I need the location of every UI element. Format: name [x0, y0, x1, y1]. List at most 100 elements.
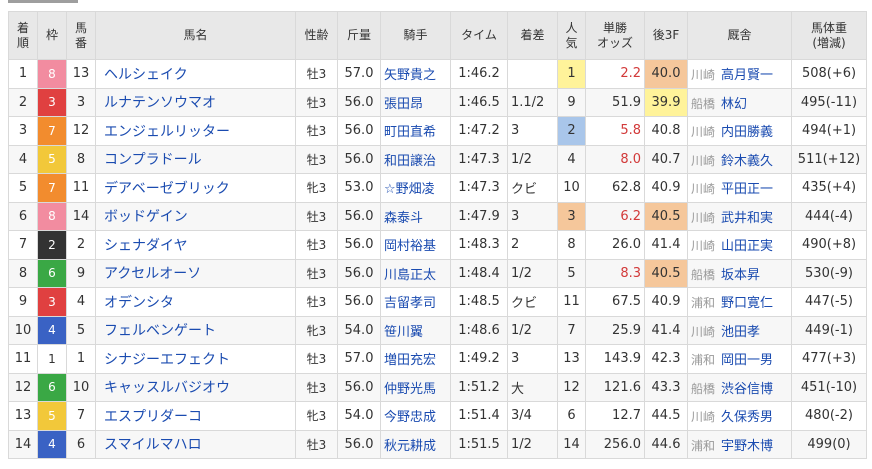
- popularity-cell: 2: [557, 116, 586, 146]
- jockey-link[interactable]: 今野忠成: [380, 401, 451, 431]
- horse-number-cell: 1: [66, 344, 96, 374]
- horse-number-cell: 5: [66, 315, 96, 345]
- trainer-link[interactable]: 林幻: [721, 97, 747, 112]
- header-horse: 馬名: [95, 11, 296, 60]
- trainer-region: 川崎: [691, 68, 716, 83]
- horse-number-cell: 10: [66, 372, 96, 402]
- jockey-link[interactable]: 矢野貴之: [380, 59, 451, 89]
- time-cell: 1:48.5: [450, 287, 508, 317]
- trainer-cell: 浦和 岡田一男: [687, 344, 792, 374]
- time-cell: 1:47.9: [450, 201, 508, 231]
- horse-name-link[interactable]: シェナダイヤ: [95, 230, 296, 260]
- trainer-link[interactable]: 高月賢一: [721, 68, 773, 83]
- waku-cell: 6: [37, 258, 67, 288]
- jockey-link[interactable]: 張田昂: [380, 87, 451, 117]
- agari-cell: 40.9: [644, 287, 688, 317]
- horse-name-link[interactable]: デアベーゼブリック: [95, 173, 296, 203]
- horse-name-link[interactable]: エスプリダーコ: [95, 401, 296, 431]
- agari-cell: 44.6: [644, 429, 688, 459]
- jockey-link[interactable]: 秋元耕成: [380, 429, 451, 459]
- body-weight-cell: 477(+3): [791, 344, 867, 374]
- margin-cell: 1/2: [507, 144, 558, 174]
- trainer-cell: 浦和 野口寛仁: [687, 287, 792, 317]
- trainer-link[interactable]: 武井和実: [721, 211, 773, 226]
- horse-name-link[interactable]: シナジーエフェクト: [95, 344, 296, 374]
- header-waku: 枠: [37, 11, 67, 60]
- popularity-cell: 10: [557, 173, 586, 203]
- table-body: 1 8 13 ヘルシェイク 牡3 57.0 矢野貴之 1:46.2 1 2.2 40.0 川崎 高月賢一…: [8, 59, 867, 459]
- header-margin: 着差: [507, 11, 558, 60]
- horse-name-link[interactable]: ルナテンソウマオ: [95, 87, 296, 117]
- body-weight-cell: 449(-1): [791, 315, 867, 345]
- body-weight-cell: 494(+1): [791, 116, 867, 146]
- margin-cell: [507, 59, 558, 89]
- trainer-link[interactable]: 久保秀男: [721, 410, 773, 425]
- jockey-link[interactable]: 増田充宏: [380, 344, 451, 374]
- time-cell: 1:51.5: [450, 429, 508, 459]
- trainer-link[interactable]: 池田孝: [721, 325, 760, 340]
- rank-cell: 13: [8, 401, 38, 431]
- body-weight-cell: 508(+6): [791, 59, 867, 89]
- horse-name-link[interactable]: コンプラドール: [95, 144, 296, 174]
- table-row: 7 2 2 シェナダイヤ 牡3 56.0 岡村裕基 1:48.3 2 8 26.0 41.4 川崎 山田正…: [8, 230, 867, 260]
- trainer-link[interactable]: 坂本昇: [721, 268, 760, 283]
- body-weight-cell: 511(+12): [791, 144, 867, 174]
- agari-cell: 40.9: [644, 173, 688, 203]
- trainer-link[interactable]: 鈴木義久: [721, 154, 773, 169]
- popularity-cell: 9: [557, 87, 586, 117]
- jockey-link[interactable]: 岡村裕基: [380, 230, 451, 260]
- horse-name-link[interactable]: スマイルマハロ: [95, 429, 296, 459]
- waku-cell: 2: [37, 230, 67, 260]
- time-cell: 1:47.3: [450, 144, 508, 174]
- margin-cell: 3: [507, 344, 558, 374]
- header-jockey: 騎手: [380, 11, 451, 60]
- waku-cell: 5: [37, 144, 67, 174]
- sex-age-cell: 牡3: [295, 258, 338, 288]
- jockey-link[interactable]: 仲野光馬: [380, 372, 451, 402]
- popularity-cell: 3: [557, 201, 586, 231]
- rank-cell: 7: [8, 230, 38, 260]
- jockey-link[interactable]: 川島正太: [380, 258, 451, 288]
- table-row: 4 5 8 コンプラドール 牡3 56.0 和田譲治 1:47.3 1/2 4 8.0 40.7 川崎鈴…: [8, 144, 867, 174]
- waku-cell: 1: [37, 344, 67, 374]
- trainer-region: 川崎: [691, 210, 716, 225]
- trainer-link[interactable]: 野口寛仁: [721, 296, 773, 311]
- trainer-region: 浦和: [691, 438, 716, 453]
- weight-cell: 56.0: [337, 287, 381, 317]
- body-weight-cell: 499(0): [791, 429, 867, 459]
- jockey-link[interactable]: 森泰斗: [380, 201, 451, 231]
- rank-cell: 1: [8, 59, 38, 89]
- horse-name-link[interactable]: フェルベンゲート: [95, 315, 296, 345]
- trainer-link[interactable]: 山田正実: [721, 239, 773, 254]
- horse-number-cell: 11: [66, 173, 96, 203]
- sex-age-cell: 牡3: [295, 201, 338, 231]
- horse-name-link[interactable]: キャッスルバジオウ: [95, 372, 296, 402]
- trainer-link[interactable]: 内田勝義: [721, 125, 773, 140]
- horse-name-link[interactable]: オデンシタ: [95, 287, 296, 317]
- table-row: 14 4 6 スマイルマハロ 牡3 56.0 秋元耕成 1:51.5 1/2 14 256.0 44.…: [8, 429, 867, 459]
- jockey-link[interactable]: ☆野畑凌: [380, 173, 451, 203]
- horse-name-link[interactable]: エンジェルリッター: [95, 116, 296, 146]
- agari-cell: 41.4: [644, 315, 688, 345]
- jockey-link[interactable]: 笹川翼: [380, 315, 451, 345]
- horse-name-link[interactable]: アクセルオーソ: [95, 258, 296, 288]
- trainer-link[interactable]: 岡田一男: [721, 353, 773, 368]
- rank-cell: 3: [8, 116, 38, 146]
- jockey-link[interactable]: 和田譲治: [380, 144, 451, 174]
- trainer-link[interactable]: 渋谷信博: [721, 382, 773, 397]
- rank-cell: 10: [8, 315, 38, 345]
- horse-number-cell: 6: [66, 429, 96, 459]
- trainer-link[interactable]: 平田正一: [721, 182, 773, 197]
- trainer-link[interactable]: 宇野木博: [721, 439, 773, 454]
- trainer-cell: 川崎 内田勝義: [687, 116, 792, 146]
- horse-name-link[interactable]: ボッドゲイン: [95, 201, 296, 231]
- header-time: タイム: [450, 11, 508, 60]
- jockey-link[interactable]: 町田直希: [380, 116, 451, 146]
- table-row: 10 4 5 フェルベンゲート 牝3 54.0 笹川翼 1:48.6 1/2 7 25.9 41.4 川…: [8, 315, 867, 345]
- trainer-region: 船橋: [691, 96, 716, 111]
- odds-cell: 67.5: [585, 287, 645, 317]
- odds-cell: 62.8: [585, 173, 645, 203]
- jockey-link[interactable]: 吉留孝司: [380, 287, 451, 317]
- horse-name-link[interactable]: ヘルシェイク: [95, 59, 296, 89]
- odds-cell: 256.0: [585, 429, 645, 459]
